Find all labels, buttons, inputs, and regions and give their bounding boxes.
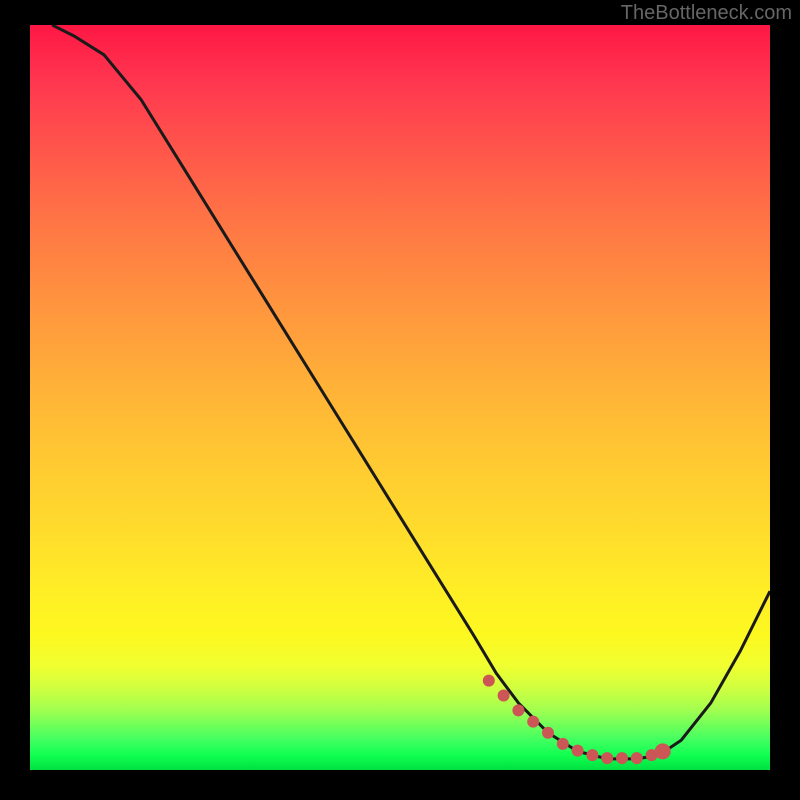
marker-dot xyxy=(557,738,569,750)
marker-dot xyxy=(542,727,554,739)
marker-dot xyxy=(572,745,584,757)
highlight-markers xyxy=(483,675,671,764)
marker-dot xyxy=(601,752,613,764)
plot-area xyxy=(30,25,770,770)
marker-dot xyxy=(586,749,598,761)
watermark-text: TheBottleneck.com xyxy=(621,2,792,25)
bottleneck-curve xyxy=(52,25,770,759)
marker-dot xyxy=(616,752,628,764)
marker-dot xyxy=(512,704,524,716)
marker-dot xyxy=(631,752,643,764)
marker-dot xyxy=(655,743,671,759)
chart-svg xyxy=(30,25,770,770)
marker-dot xyxy=(527,716,539,728)
marker-dot xyxy=(498,690,510,702)
marker-dot xyxy=(483,675,495,687)
